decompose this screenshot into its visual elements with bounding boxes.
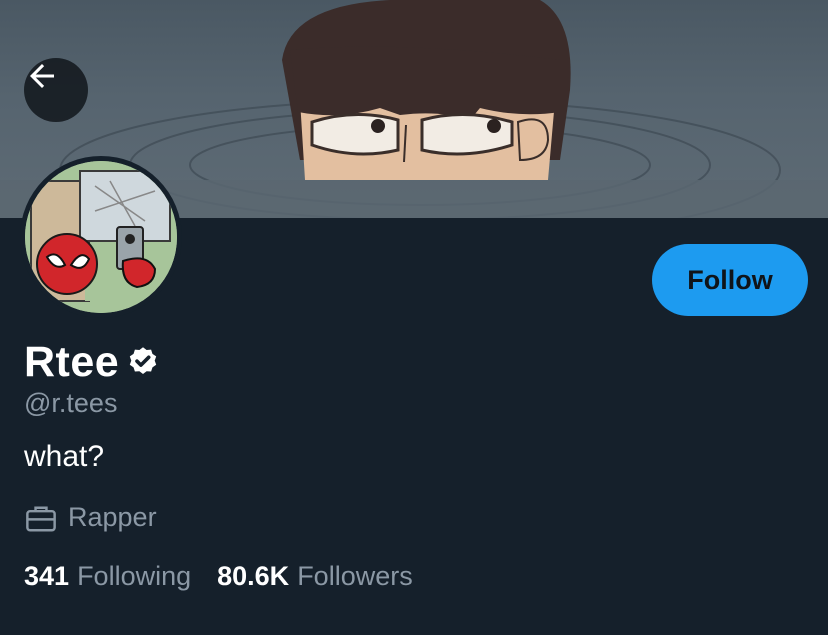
briefcase-icon — [26, 506, 56, 531]
profile-stats: 341 Following 80.6K Followers — [24, 561, 413, 592]
avatar-image — [25, 161, 177, 313]
follow-button[interactable]: Follow — [652, 244, 808, 316]
arrow-left-icon — [30, 64, 54, 88]
bio-text: what? — [24, 440, 105, 473]
verified-badge-icon — [130, 346, 157, 374]
back-button[interactable] — [24, 58, 88, 122]
profession-label: Rapper — [68, 502, 157, 532]
user-handle: @r.tees — [24, 388, 118, 418]
display-name: Rtee — [24, 338, 120, 386]
following-label: Following — [77, 561, 192, 591]
profession-row: Rapper — [24, 502, 157, 533]
profile-name-row: Rtee — [24, 338, 161, 387]
following-count: 341 — [24, 561, 70, 591]
following-link[interactable]: 341 Following — [24, 561, 191, 592]
followers-count: 80.6K — [217, 561, 290, 591]
avatar[interactable] — [20, 156, 182, 318]
followers-link[interactable]: 80.6K Followers — [217, 561, 413, 592]
followers-label: Followers — [297, 561, 413, 591]
